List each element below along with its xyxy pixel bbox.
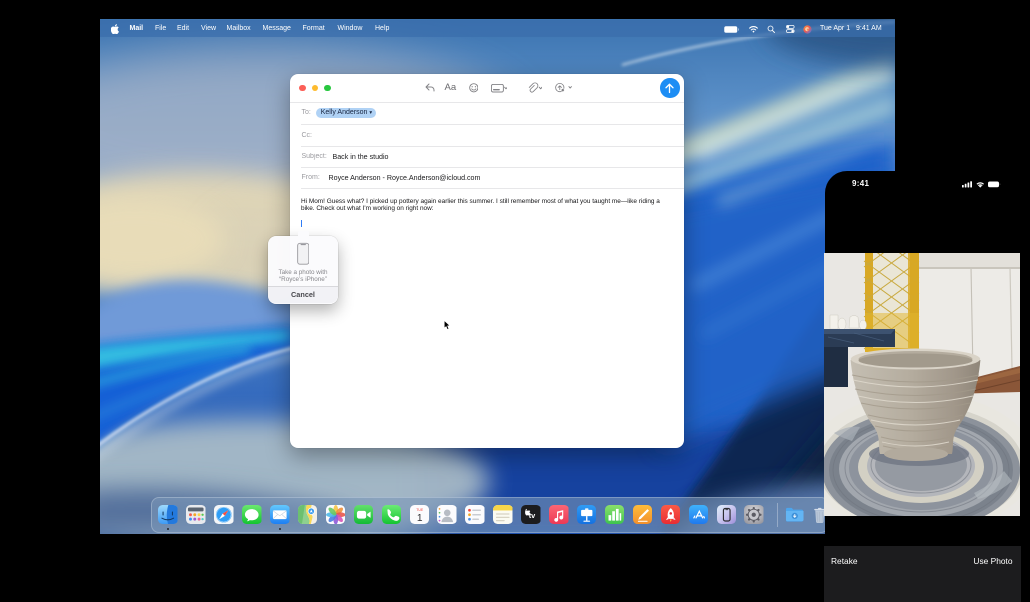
svg-text:1: 1 [417, 513, 423, 524]
svg-text:TUE: TUE [416, 508, 424, 512]
svg-text:tv: tv [529, 511, 536, 520]
